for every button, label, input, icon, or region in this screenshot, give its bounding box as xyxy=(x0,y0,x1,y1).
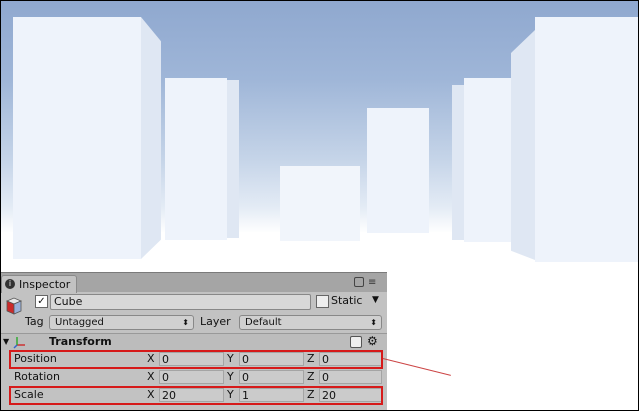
rotation-row: Rotation X 0 Y 0 Z 0 xyxy=(10,369,382,385)
tab-menu-icon[interactable]: ≡ xyxy=(368,277,376,288)
inspector-tab-label: Inspector xyxy=(19,278,71,291)
layer-dropdown-value: Default xyxy=(245,317,282,328)
gear-icon[interactable]: ⚙ xyxy=(367,334,378,348)
layer-label: Layer xyxy=(200,315,231,328)
lock-icon[interactable] xyxy=(354,277,364,287)
inspector-tab[interactable]: i Inspector xyxy=(1,275,77,293)
foldout-arrow-icon[interactable]: ▼ xyxy=(3,337,9,346)
object-name-field[interactable]: Cube xyxy=(50,294,311,310)
inspector-panel: i Inspector ≡ ✓ Cube Static ▼ Tag Untagg… xyxy=(0,272,387,411)
static-dropdown-arrow[interactable]: ▼ xyxy=(372,295,379,305)
rotation-x-field[interactable]: 0 xyxy=(159,370,224,384)
static-checkbox[interactable] xyxy=(316,295,329,308)
updown-icon: ⬍ xyxy=(182,318,189,327)
help-book-icon[interactable] xyxy=(350,336,362,348)
axis-y-label: Y xyxy=(227,370,234,383)
active-checkbox[interactable]: ✓ xyxy=(35,295,48,308)
axis-x-label: X xyxy=(147,370,155,383)
scale-highlight-box xyxy=(9,386,383,405)
cube-icon xyxy=(5,297,23,315)
info-icon: i xyxy=(5,279,15,289)
static-label: Static xyxy=(331,294,363,307)
transform-title: Transform xyxy=(49,335,112,348)
axis-z-label: Z xyxy=(307,370,315,383)
rotation-y-field[interactable]: 0 xyxy=(239,370,304,384)
rotation-z-field[interactable]: 0 xyxy=(319,370,382,384)
position-highlight-box xyxy=(9,350,383,369)
transform-axes-icon xyxy=(13,337,25,349)
inspector-tab-bar: i Inspector ≡ xyxy=(0,272,387,293)
tag-dropdown[interactable]: Untagged ⬍ xyxy=(49,315,194,330)
layer-dropdown[interactable]: Default ⬍ xyxy=(239,315,382,330)
transform-header[interactable]: ▼ Transform ⚙ xyxy=(0,333,387,350)
rotation-label: Rotation xyxy=(14,370,61,383)
callout-line xyxy=(382,358,451,376)
tag-label: Tag xyxy=(25,315,44,328)
updown-icon: ⬍ xyxy=(370,318,377,327)
scene-view[interactable] xyxy=(0,0,639,265)
tag-dropdown-value: Untagged xyxy=(55,317,104,328)
